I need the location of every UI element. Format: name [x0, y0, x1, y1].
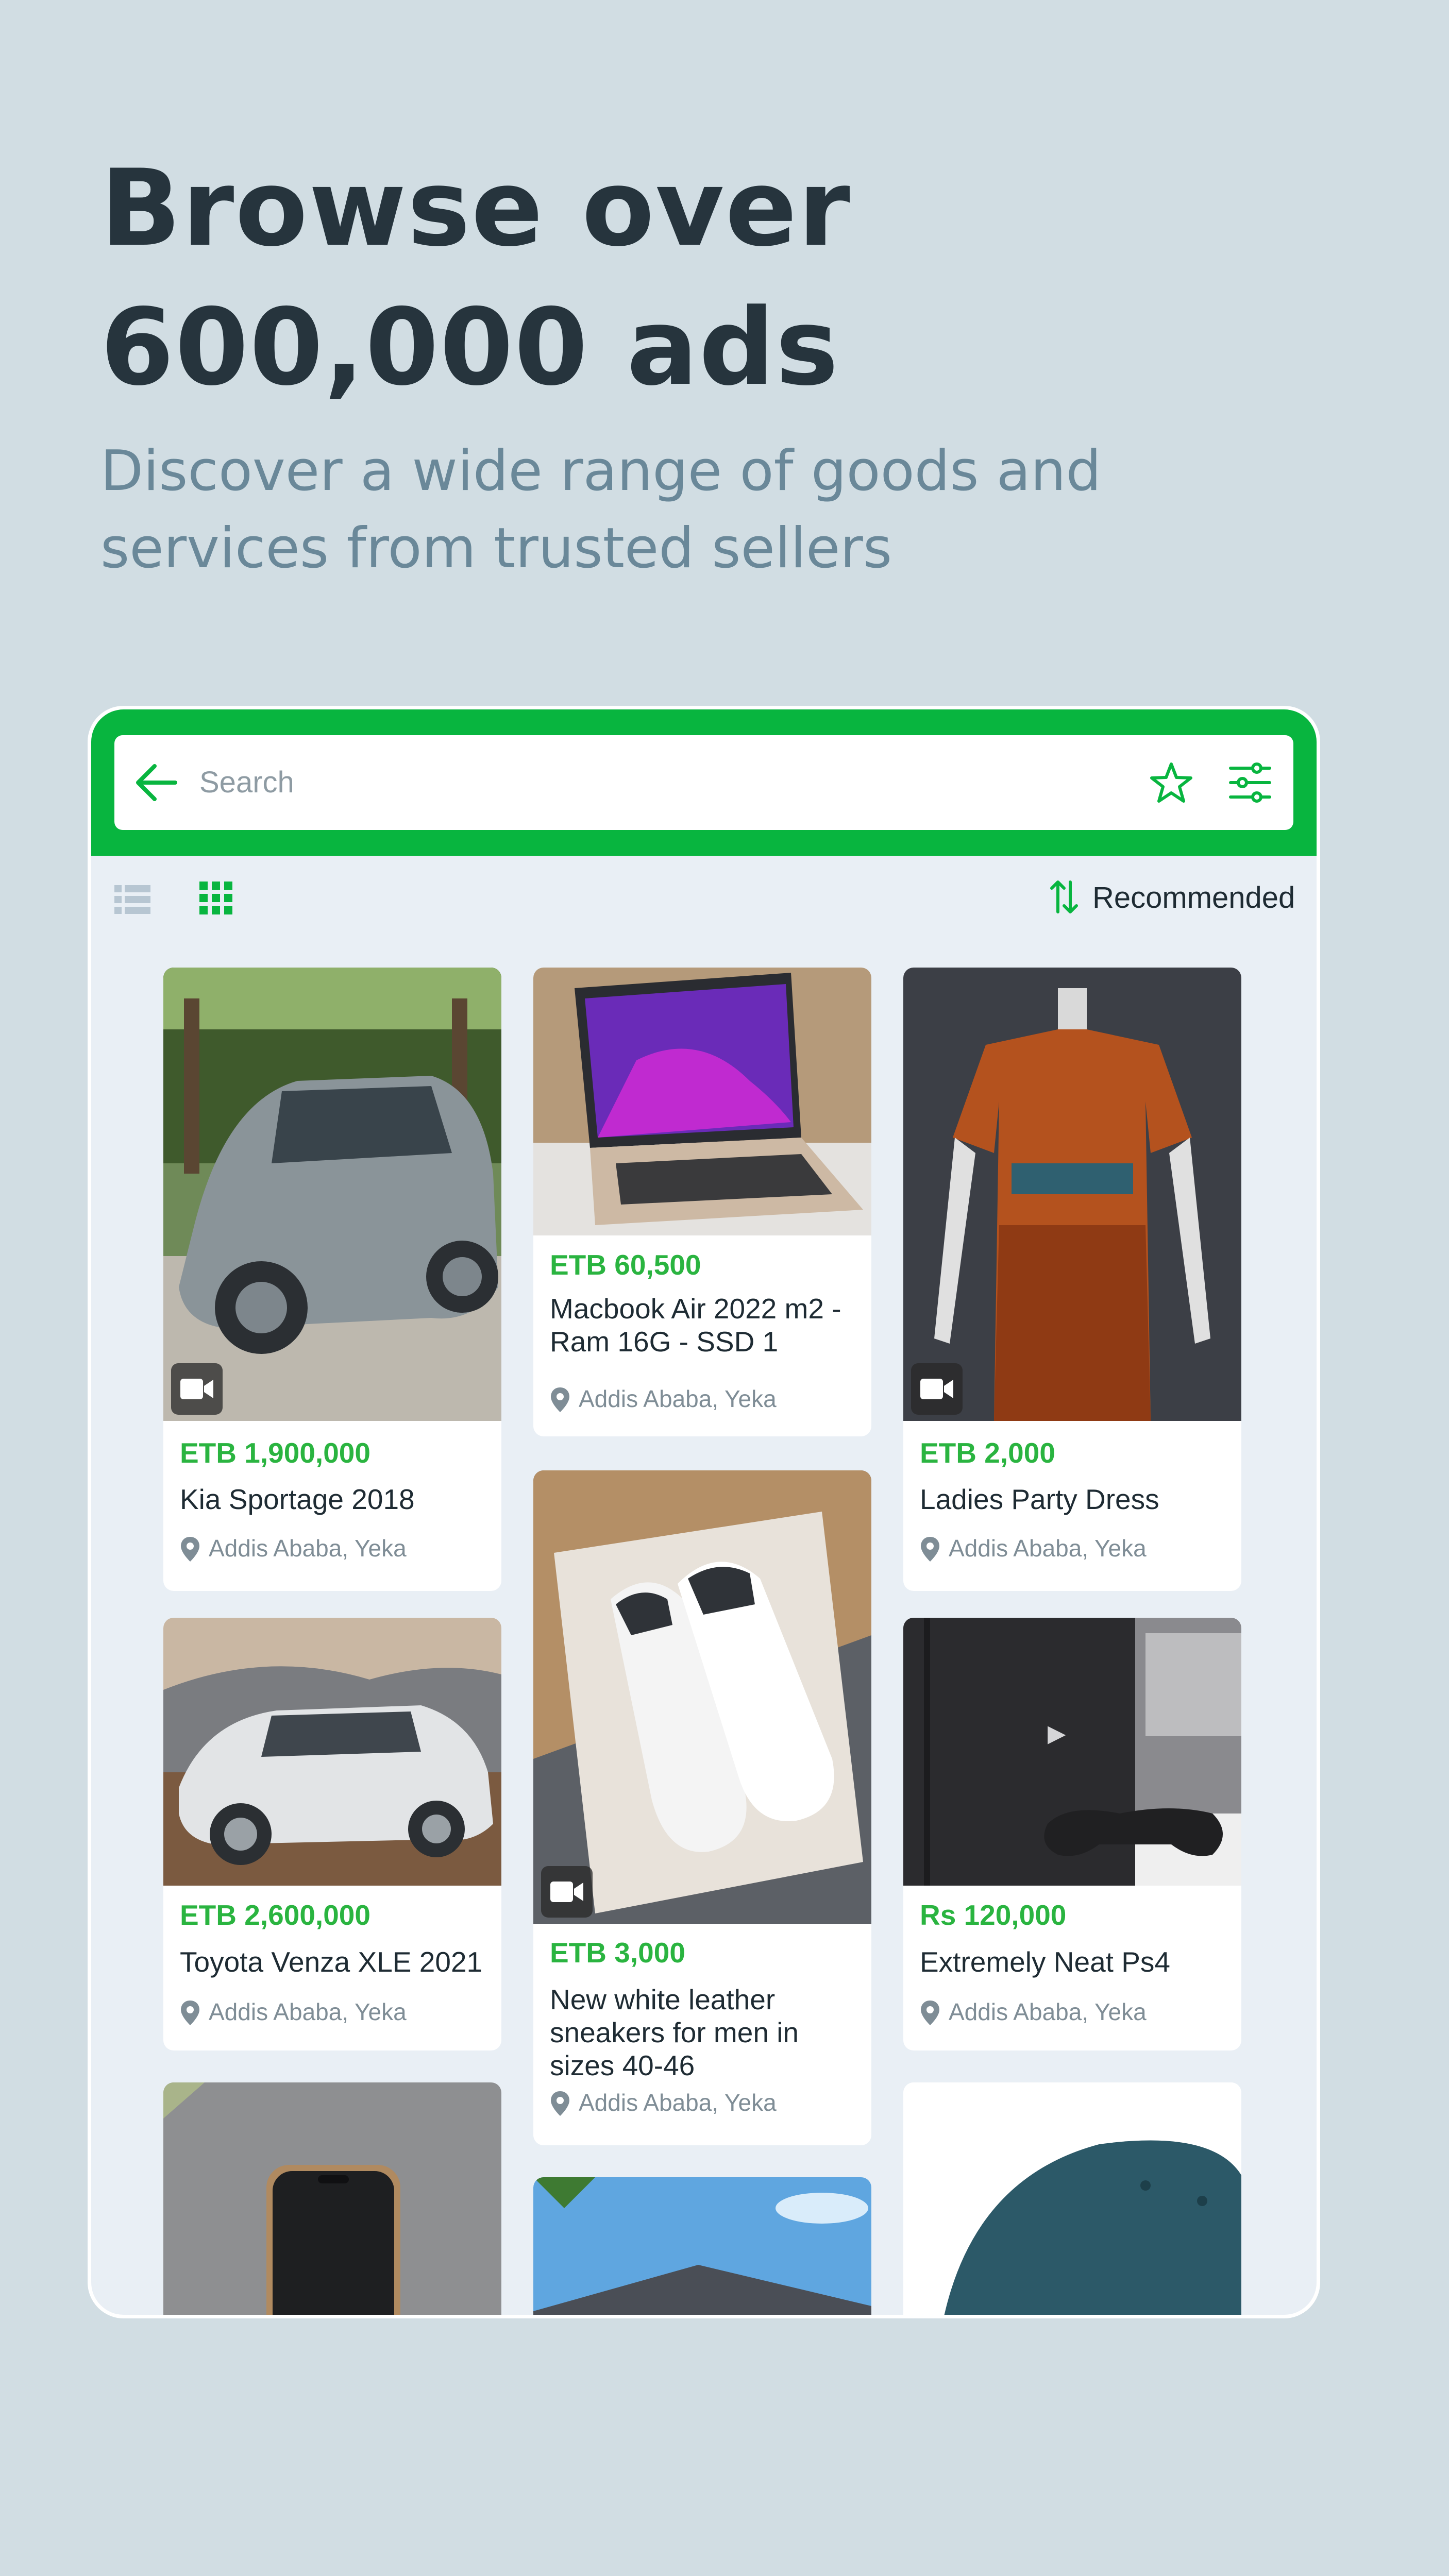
listing-location: Addis Ababa, Yeka	[180, 1534, 407, 1565]
listing-title: New white leather sneakers for men in si…	[550, 1984, 799, 2081]
listing-card[interactable]: ETB 3,000 New white leather sneakers for…	[533, 1470, 871, 2145]
listing-location-text: Addis Ababa, Yeka	[949, 1535, 1147, 1562]
listing-image	[163, 968, 501, 1421]
hero-subline-line1: Discover a wide range of goods and	[100, 439, 1101, 503]
hero-subline: Discover a wide range of goods and servi…	[100, 433, 1286, 587]
listing-card[interactable]	[163, 2082, 501, 2315]
sort-arrows-icon[interactable]	[1049, 879, 1080, 915]
video-badge	[541, 1866, 593, 1918]
listing-card[interactable]: ETB 2,600,000 Toyota Venza XLE 2021 Addi…	[163, 1618, 501, 2050]
svg-text:▶: ▶	[1048, 1719, 1066, 1747]
listing-price: ETB 1,900,000	[180, 1437, 370, 1469]
hero-headline-line2: 600,000 ads	[100, 286, 840, 409]
filter-sliders-icon[interactable]	[1227, 760, 1273, 805]
hero-subline-line2: services from trusted sellers	[100, 516, 892, 581]
listing-location: Addis Ababa, Yeka	[550, 2089, 777, 2120]
view-toolbar: Recommended	[91, 856, 1317, 938]
listing-image	[533, 2177, 871, 2315]
search-bar[interactable]: Search	[114, 735, 1293, 830]
listing-location: Addis Ababa, Yeka	[180, 1998, 407, 2029]
list-view-icon[interactable]	[114, 884, 150, 915]
listing-location-text: Addis Ababa, Yeka	[949, 1998, 1147, 2025]
listing-image	[533, 968, 871, 1235]
video-camera-icon	[180, 1379, 213, 1399]
device-frame: Search Recommended ETB 1,900,000 Kia Spo…	[88, 706, 1320, 2318]
listing-location: Addis Ababa, Yeka	[920, 1534, 1147, 1565]
listing-location-text: Addis Ababa, Yeka	[579, 1385, 777, 1412]
grid-view-icon[interactable]	[199, 882, 232, 914]
listing-card[interactable]	[533, 2177, 871, 2315]
listing-price: Rs 120,000	[920, 1899, 1067, 1931]
search-input[interactable]: Search	[199, 765, 294, 800]
listing-title: Kia Sportage 2018	[180, 1483, 415, 1515]
listing-card[interactable]: ▶ Rs 120,000 Extremely Neat Ps4 Addis Ab…	[903, 1618, 1241, 2050]
listing-location: Addis Ababa, Yeka	[920, 1998, 1147, 2029]
listing-title: Macbook Air 2022 m2 - Ram 16G - SSD 1	[550, 1293, 841, 1358]
hero-headline: Browse over 600,000 ads	[100, 139, 1337, 417]
video-badge	[171, 1363, 223, 1415]
listing-title: Extremely Neat Ps4	[920, 1946, 1171, 1978]
back-arrow-icon[interactable]	[134, 762, 178, 803]
listing-card[interactable]	[903, 2082, 1241, 2315]
listing-price: ETB 2,000	[920, 1437, 1055, 1469]
listing-image: ▶	[903, 1618, 1241, 1886]
location-pin-icon	[921, 1537, 939, 1562]
search-header: Search	[91, 709, 1317, 856]
listing-image	[903, 968, 1241, 1421]
listing-card[interactable]: ETB 60,500 Macbook Air 2022 m2 - Ram 16G…	[533, 968, 871, 1436]
listing-image	[163, 1618, 501, 1886]
listing-location-text: Addis Ababa, Yeka	[579, 2089, 777, 2116]
listing-image	[903, 2082, 1241, 2315]
listing-location-text: Addis Ababa, Yeka	[209, 1998, 407, 2025]
location-pin-icon	[181, 2001, 199, 2025]
video-camera-icon	[550, 1882, 583, 1902]
location-pin-icon	[921, 2001, 939, 2025]
listing-title: Ladies Party Dress	[920, 1483, 1159, 1515]
listing-price: ETB 2,600,000	[180, 1899, 370, 1931]
video-camera-icon	[920, 1379, 953, 1399]
hero-headline-line1: Browse over	[100, 147, 851, 270]
sort-label[interactable]: Recommended	[1092, 880, 1295, 915]
listing-title: Toyota Venza XLE 2021	[180, 1946, 483, 1978]
location-pin-icon	[181, 1537, 199, 1562]
listing-image	[533, 1470, 871, 1924]
listing-image	[163, 2082, 501, 2315]
video-badge	[911, 1363, 963, 1415]
location-pin-icon	[551, 1387, 569, 1412]
app-screen: Search Recommended ETB 1,900,000 Kia Spo…	[91, 709, 1317, 2315]
listing-location-text: Addis Ababa, Yeka	[209, 1535, 407, 1562]
star-icon[interactable]	[1150, 761, 1193, 804]
listing-card[interactable]: ETB 1,900,000 Kia Sportage 2018 Addis Ab…	[163, 968, 501, 1591]
listing-price: ETB 3,000	[550, 1937, 685, 1969]
listing-price: ETB 60,500	[550, 1249, 701, 1281]
location-pin-icon	[551, 2091, 569, 2116]
listing-card[interactable]: ETB 2,000 Ladies Party Dress Addis Ababa…	[903, 968, 1241, 1591]
listing-location: Addis Ababa, Yeka	[550, 1385, 777, 1416]
